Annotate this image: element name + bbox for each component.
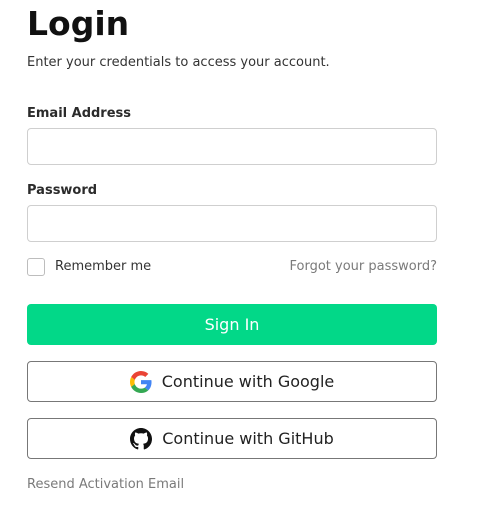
remember-row: Remember me Forgot your password? <box>27 257 437 277</box>
email-label: Email Address <box>27 106 132 121</box>
email-field[interactable] <box>27 128 437 165</box>
page-subtitle: Enter your credentials to access your ac… <box>27 55 330 70</box>
page-title: Login <box>27 4 130 43</box>
remember-me-label[interactable]: Remember me <box>55 258 151 276</box>
github-button-label: Continue with GitHub <box>162 429 334 448</box>
google-logo-icon <box>129 370 152 393</box>
resend-activation-email-link[interactable]: Resend Activation Email <box>27 476 184 494</box>
password-field[interactable] <box>27 205 437 242</box>
github-logo-icon <box>130 427 153 450</box>
continue-with-github-button[interactable]: Continue with GitHub <box>27 418 437 459</box>
continue-with-google-button[interactable]: Continue with Google <box>27 361 437 402</box>
sign-in-button[interactable]: Sign In <box>27 304 437 345</box>
google-button-label: Continue with Google <box>161 372 335 391</box>
remember-me-checkbox[interactable] <box>27 258 45 276</box>
forgot-password-link[interactable]: Forgot your password? <box>289 258 437 276</box>
password-label: Password <box>27 183 98 198</box>
